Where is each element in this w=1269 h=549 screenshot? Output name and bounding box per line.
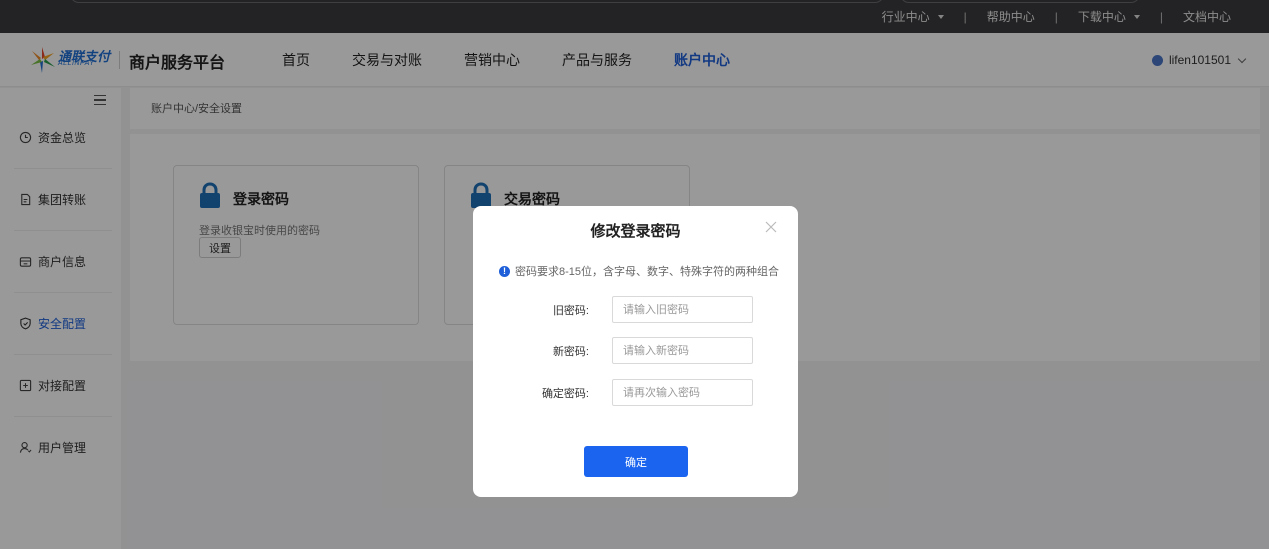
old-password-label: 旧密码:	[552, 305, 589, 317]
dialog-title: 修改登录密码	[590, 223, 681, 240]
close-icon[interactable]	[764, 220, 778, 234]
change-login-password-dialog: 修改登录密码 ! 密码要求8-15位，含字母、数字、特殊字符的两种组合 旧密码:…	[473, 206, 798, 497]
old-password-input[interactable]	[612, 296, 753, 323]
old-password-row: 旧密码:	[473, 296, 798, 323]
new-password-input[interactable]	[612, 337, 753, 364]
confirm-password-label: 确定密码:	[541, 388, 589, 400]
password-requirement-tip: ! 密码要求8-15位，含字母、数字、特殊字符的两种组合	[499, 263, 779, 279]
info-icon: !	[499, 265, 510, 277]
confirm-password-row: 确定密码:	[473, 379, 798, 406]
new-password-row: 新密码:	[473, 337, 798, 364]
confirm-password-input[interactable]	[612, 379, 753, 406]
confirm-button[interactable]: 确定	[584, 446, 688, 477]
new-password-label: 新密码:	[552, 346, 589, 358]
